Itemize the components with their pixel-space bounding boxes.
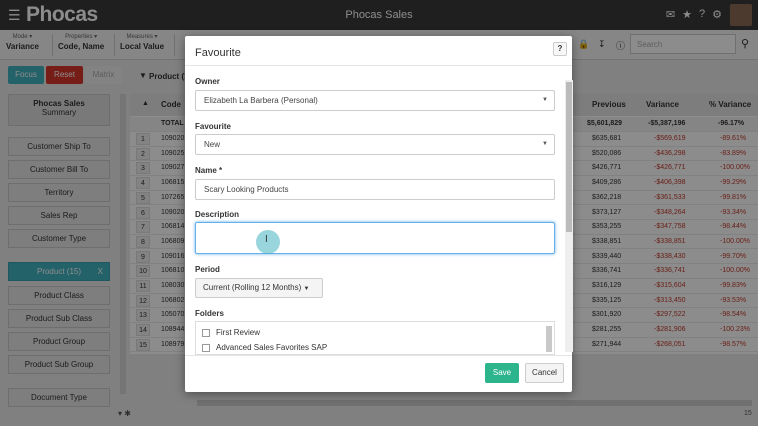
folder-label: First Review [216,328,261,337]
save-button[interactable]: Save [485,363,519,383]
folders-list: First Review Advanced Sales Favorites SA… [195,321,555,355]
name-label: Name * [195,166,223,175]
cancel-button[interactable]: Cancel [525,363,564,383]
folder-label: Advanced Sales Favorites SAP [216,343,328,352]
favourite-dialog: Favourite ? Owner Elizabeth La Barbera (… [185,36,572,392]
folders-scrollbar[interactable] [546,326,552,352]
owner-select[interactable]: Elizabeth La Barbera (Personal) ▼ [195,90,555,111]
period-value: Current (Rolling 12 Months) [203,283,302,292]
period-dropdown[interactable]: Current (Rolling 12 Months) ▼ [195,278,323,298]
favourite-value: New [204,140,221,149]
folder-item[interactable]: First Review [202,328,260,337]
owner-label: Owner [195,77,220,86]
owner-value: Elizabeth La Barbera (Personal) [204,96,318,105]
chevron-down-icon: ▼ [542,141,548,147]
chevron-down-icon: ▼ [542,97,548,103]
text-cursor-icon: I [265,234,268,245]
checkbox[interactable] [202,328,210,337]
favourite-select[interactable]: New ▼ [195,134,555,155]
dialog-title: Favourite [195,47,241,59]
cursor-highlight [256,230,280,254]
footer-divider [185,355,572,356]
description-label: Description [195,210,240,219]
header-divider [185,65,572,66]
period-label: Period [195,265,220,274]
favourite-label: Favourite [195,122,232,131]
folders-label: Folders [195,309,224,318]
folder-item[interactable]: Advanced Sales Favorites SAP [202,343,327,352]
help-icon[interactable]: ? [553,42,567,56]
caret-icon: ▼ [303,286,310,292]
page-scrollbar-thumb[interactable] [566,82,572,232]
checkbox[interactable] [202,343,210,352]
name-field[interactable]: Scary Looking Products [195,179,555,200]
description-field[interactable] [195,222,555,254]
